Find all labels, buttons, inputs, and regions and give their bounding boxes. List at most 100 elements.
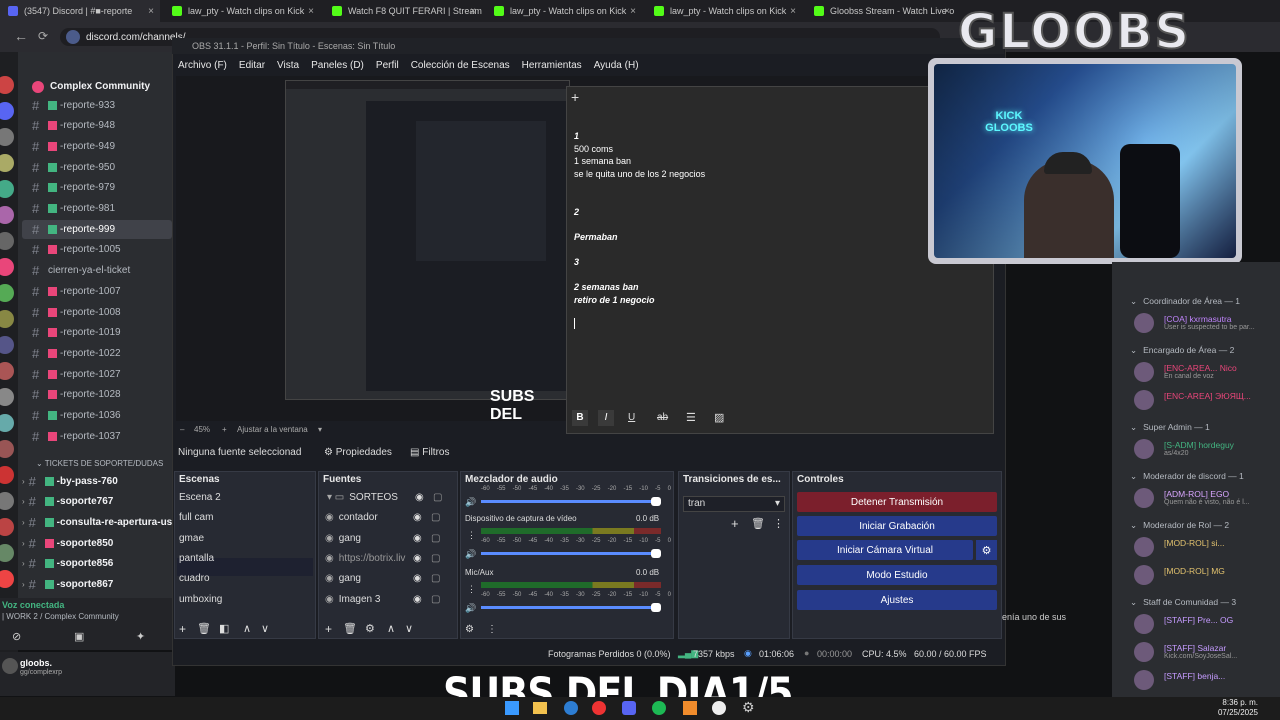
reload-icon[interactable]: ⟳ bbox=[38, 29, 48, 43]
screen-share-icon[interactable]: ▣ bbox=[74, 630, 84, 643]
close-tab-icon[interactable]: × bbox=[470, 6, 476, 17]
add-source-icon[interactable]: + bbox=[325, 622, 332, 636]
visibility-eye-icon[interactable]: ◉ bbox=[415, 492, 424, 503]
back-icon[interactable]: ← bbox=[14, 28, 28, 44]
member-category[interactable]: ⌄ Staff de Comunidad — 3 bbox=[1130, 597, 1236, 608]
channel-item[interactable]: # -reporte-981 bbox=[32, 200, 115, 218]
close-tab-icon[interactable]: × bbox=[944, 6, 950, 17]
member-category[interactable]: ⌄ Moderador de Rol — 2 bbox=[1130, 520, 1229, 531]
zoom-in-icon[interactable]: + bbox=[222, 425, 227, 434]
server-icon[interactable] bbox=[0, 336, 14, 354]
underline-icon[interactable]: U bbox=[628, 410, 635, 426]
server-icon[interactable] bbox=[0, 310, 14, 328]
remove-scene-icon[interactable]: 🗑 bbox=[197, 622, 211, 635]
ticket-channel-item[interactable]: › # -soporte850 bbox=[22, 534, 113, 552]
channel-item[interactable]: # -reporte-999 bbox=[32, 220, 115, 238]
channel-item[interactable]: # -reporte-1027 bbox=[32, 365, 121, 383]
channel-item[interactable]: # cierren-ya-el-ticket bbox=[32, 262, 130, 280]
server-icon[interactable] bbox=[0, 570, 14, 588]
scene-item[interactable]: pantalla bbox=[179, 553, 214, 564]
scene-item[interactable]: gmae bbox=[179, 533, 204, 544]
menu-item[interactable]: Herramientas bbox=[522, 60, 582, 71]
source-up-icon[interactable]: ∧ bbox=[387, 622, 395, 635]
server-icon[interactable] bbox=[0, 76, 14, 94]
volume-handle[interactable] bbox=[651, 549, 661, 558]
remove-transition-icon[interactable]: 🗑 bbox=[751, 517, 765, 530]
mixer-menu-icon[interactable]: ⋮ bbox=[467, 584, 476, 595]
browser-tab[interactable]: (3547) Discord | #■-reporte × bbox=[0, 0, 160, 22]
edge-icon[interactable] bbox=[564, 701, 578, 715]
source-item[interactable]: ◉ contador ◉ ▢ bbox=[325, 512, 451, 523]
menu-item[interactable]: Vista bbox=[277, 60, 299, 71]
image-icon[interactable]: ▨ bbox=[714, 410, 724, 426]
close-tab-icon[interactable]: × bbox=[308, 6, 314, 17]
settings-gear-icon[interactable]: ⚙ bbox=[742, 699, 755, 716]
file-explorer-icon[interactable] bbox=[533, 702, 547, 714]
server-icon[interactable] bbox=[0, 414, 14, 432]
note-text[interactable]: 1 500 coms 1 semana ban se le quita uno de … bbox=[574, 130, 974, 306]
channel-item[interactable]: # -reporte-979 bbox=[32, 179, 115, 197]
mixer-menu-icon[interactable]: ⋮ bbox=[487, 624, 497, 635]
scene-item[interactable]: cuadro bbox=[179, 573, 210, 584]
ticket-channel-item[interactable]: › # -soporte867 bbox=[22, 576, 113, 594]
server-icon[interactable] bbox=[0, 180, 14, 198]
voice-status[interactable]: Voz conectada bbox=[2, 600, 64, 610]
server-icon[interactable] bbox=[0, 154, 14, 172]
app-icon[interactable] bbox=[683, 701, 697, 715]
source-item[interactable]: ▾ ▭ SORTEOS ◉ ▢ bbox=[327, 492, 453, 503]
menu-item[interactable]: Perfil bbox=[376, 60, 399, 71]
menu-item[interactable]: Colección de Escenas bbox=[411, 60, 510, 71]
visibility-eye-icon[interactable]: ◉ bbox=[413, 594, 422, 605]
menu-item[interactable]: Editar bbox=[239, 60, 265, 71]
filters-button[interactable]: ▤ Filtros bbox=[410, 447, 449, 458]
member-category[interactable]: ⌄ Moderador de discord — 1 bbox=[1130, 471, 1244, 482]
volume-slider[interactable] bbox=[481, 552, 657, 555]
channel-item[interactable]: # -reporte-1036 bbox=[32, 407, 121, 425]
visibility-eye-icon[interactable]: ◉ bbox=[413, 573, 422, 584]
properties-button[interactable]: ⚙ Propiedades bbox=[324, 447, 392, 458]
member-category[interactable]: ⌄ Encargado de Área — 2 bbox=[1130, 345, 1234, 356]
channel-item[interactable]: # -reporte-1028 bbox=[32, 386, 121, 404]
lock-icon[interactable]: ▢ bbox=[431, 512, 440, 523]
volume-handle[interactable] bbox=[651, 603, 661, 612]
menu-item[interactable]: Archivo (F) bbox=[178, 60, 227, 71]
source-properties-icon[interactable]: ⚙ bbox=[365, 622, 375, 635]
visibility-eye-icon[interactable]: ◉ bbox=[413, 512, 422, 523]
member-category[interactable]: ⌄ Coordinador de Área — 1 bbox=[1130, 296, 1240, 307]
discord-taskbar-icon[interactable] bbox=[622, 701, 636, 715]
strikethrough-icon[interactable]: ab bbox=[657, 410, 668, 426]
channel-item[interactable]: # -reporte-933 bbox=[32, 96, 115, 114]
browser-tab[interactable]: Gloobss Stream - Watch Live o × bbox=[806, 0, 956, 22]
server-icon[interactable] bbox=[0, 440, 14, 458]
server-icon[interactable] bbox=[0, 284, 14, 302]
source-item[interactable]: ◉ gang ◉ ▢ bbox=[325, 533, 451, 544]
channel-item[interactable]: # -reporte-1008 bbox=[32, 303, 121, 321]
start-icon[interactable] bbox=[505, 701, 519, 715]
server-icon[interactable] bbox=[0, 466, 14, 484]
stop-stream-button[interactable]: Detener Transmisión bbox=[797, 492, 997, 512]
ticket-channel-item[interactable]: › # -soporte856 bbox=[22, 555, 113, 573]
channel-item[interactable]: # -reporte-949 bbox=[32, 137, 115, 155]
mixer-menu-icon[interactable]: ⋮ bbox=[467, 530, 476, 541]
source-item[interactable]: ◉ https://botrix.liv ◉ ▢ bbox=[325, 553, 451, 564]
vcam-settings-icon[interactable]: ⚙ bbox=[976, 540, 997, 560]
disconnect-voice-icon[interactable]: ⊘ bbox=[12, 630, 21, 643]
server-icon[interactable] bbox=[0, 518, 14, 536]
channel-item[interactable]: # -reporte-948 bbox=[32, 117, 115, 135]
tickets-category[interactable]: ⌄ TICKETS DE SOPORTE/DUDAS bbox=[36, 459, 163, 468]
source-item[interactable]: ◉ gang ◉ ▢ bbox=[325, 573, 451, 584]
server-icon[interactable] bbox=[0, 232, 14, 250]
obs-taskbar-icon[interactable] bbox=[712, 701, 726, 715]
visibility-eye-icon[interactable]: ◉ bbox=[413, 533, 422, 544]
close-tab-icon[interactable]: × bbox=[630, 6, 636, 17]
start-recording-button[interactable]: Iniciar Grabación bbox=[797, 516, 997, 536]
bold-icon[interactable]: B bbox=[572, 410, 588, 426]
lock-icon[interactable]: ▢ bbox=[431, 533, 440, 544]
volume-slider[interactable] bbox=[481, 606, 657, 609]
close-tab-icon[interactable]: × bbox=[148, 6, 154, 17]
channel-item[interactable]: # -reporte-1019 bbox=[32, 324, 121, 342]
zoom-out-icon[interactable]: – bbox=[180, 425, 184, 434]
server-icon[interactable] bbox=[0, 492, 14, 510]
server-icon[interactable] bbox=[0, 102, 14, 120]
browser-tab[interactable]: law_pty - Watch clips on Kick × bbox=[646, 0, 802, 22]
